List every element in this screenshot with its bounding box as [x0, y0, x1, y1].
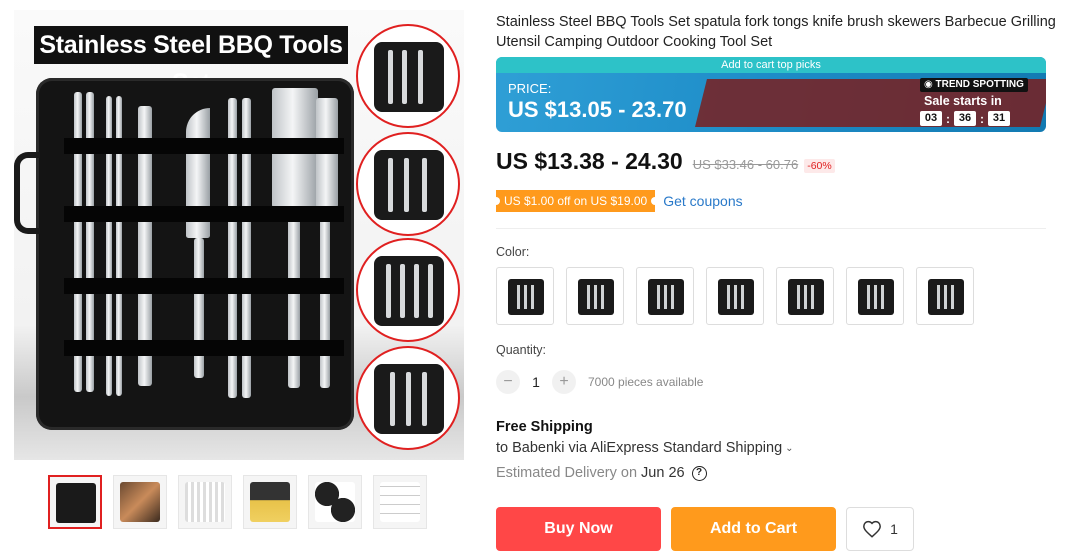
trend-badge-icon: ◉ [924, 79, 936, 90]
detail-circle-1 [356, 24, 460, 128]
countdown-timer: 03 : 36 : 31 [920, 111, 1010, 126]
add-to-cart-button[interactable]: Add to Cart [671, 507, 836, 551]
image-banner-text: Stainless Steel BBQ Tools Set [34, 26, 348, 97]
promo-banner[interactable]: Add to cart top picks PRICE: US $13.05 -… [496, 57, 1046, 132]
coupon-tag[interactable]: US $1.00 off on US $19.00 [491, 190, 660, 212]
delivery-label: Estimated Delivery on [496, 465, 638, 481]
color-swatch-5[interactable] [776, 267, 834, 325]
stock-available: 7000 pieces available [588, 375, 704, 389]
help-icon[interactable]: ? [691, 465, 707, 481]
current-price: US $13.38 - 24.30 [496, 148, 683, 174]
delivery-date: Jun 26 [641, 465, 685, 481]
countdown-seconds: 31 [988, 111, 1010, 126]
promo-price: US $13.05 - 23.70 [508, 97, 687, 122]
bag-handle [14, 152, 40, 234]
quantity-minus-button[interactable]: − [496, 370, 520, 394]
estimated-delivery: Estimated Delivery on Jun 26 ? [496, 465, 707, 481]
quantity-plus-button[interactable]: + [552, 370, 576, 394]
shipping-title: Free Shipping [496, 419, 593, 435]
detail-circle-3 [356, 238, 460, 342]
promo-price-label: PRICE: [508, 81, 552, 96]
thumbnail-6[interactable] [373, 475, 427, 529]
trend-badge-label: TREND SPOTTING [935, 79, 1024, 90]
color-swatch-7[interactable] [916, 267, 974, 325]
color-swatch-1[interactable] [496, 267, 554, 325]
thumbnail-1[interactable] [48, 475, 102, 529]
countdown-hours: 03 [920, 111, 942, 126]
wishlist-button[interactable]: 1 [846, 507, 914, 551]
thumbnail-4[interactable] [243, 475, 297, 529]
trend-spotting-badge: ◉ TREND SPOTTING [920, 78, 1028, 92]
sale-starts-text: Sale starts in [924, 94, 1002, 108]
color-swatch-2[interactable] [566, 267, 624, 325]
heart-icon [863, 520, 882, 538]
product-title: Stainless Steel BBQ Tools Set spatula fo… [496, 14, 1056, 50]
countdown-minutes: 36 [954, 111, 976, 126]
color-label: Color: [496, 245, 530, 259]
coupon-row: US $1.00 off on US $19.00 Get coupons [491, 190, 743, 212]
shipping-method[interactable]: to Babenki via AliExpress Standard Shipp… [496, 440, 794, 456]
discount-badge: -60% [804, 159, 835, 173]
quantity-label: Quantity: [496, 343, 547, 357]
quantity-value[interactable]: 1 [520, 374, 552, 390]
detail-circle-4 [356, 346, 460, 450]
shipping-method-text: to Babenki via AliExpress Standard Shipp… [496, 440, 783, 456]
wishlist-count: 1 [890, 521, 898, 537]
color-swatches [496, 267, 1056, 325]
original-price: US $33.46 - 60.76 [692, 157, 799, 172]
thumbnail-5[interactable] [308, 475, 362, 529]
color-swatch-6[interactable] [846, 267, 904, 325]
promo-top-text: Add to cart top picks [496, 57, 1046, 73]
thumbnail-3[interactable] [178, 475, 232, 529]
main-product-image[interactable]: Stainless Steel BBQ Tools Set [14, 10, 464, 460]
detail-circle-2 [356, 132, 460, 236]
price-row: US $13.38 - 24.30 US $33.46 - 60.76 -60% [496, 148, 835, 175]
buy-now-button[interactable]: Buy Now [496, 507, 661, 551]
thumbnail-2[interactable] [113, 475, 167, 529]
quantity-stepper: − 1 + 7000 pieces available [496, 370, 703, 394]
chevron-down-icon[interactable]: ⌄ [785, 443, 793, 454]
get-coupons-link[interactable]: Get coupons [663, 193, 742, 209]
color-swatch-3[interactable] [636, 267, 694, 325]
tool-bag-illustration [36, 78, 354, 430]
divider [496, 228, 1046, 229]
color-swatch-4[interactable] [706, 267, 764, 325]
